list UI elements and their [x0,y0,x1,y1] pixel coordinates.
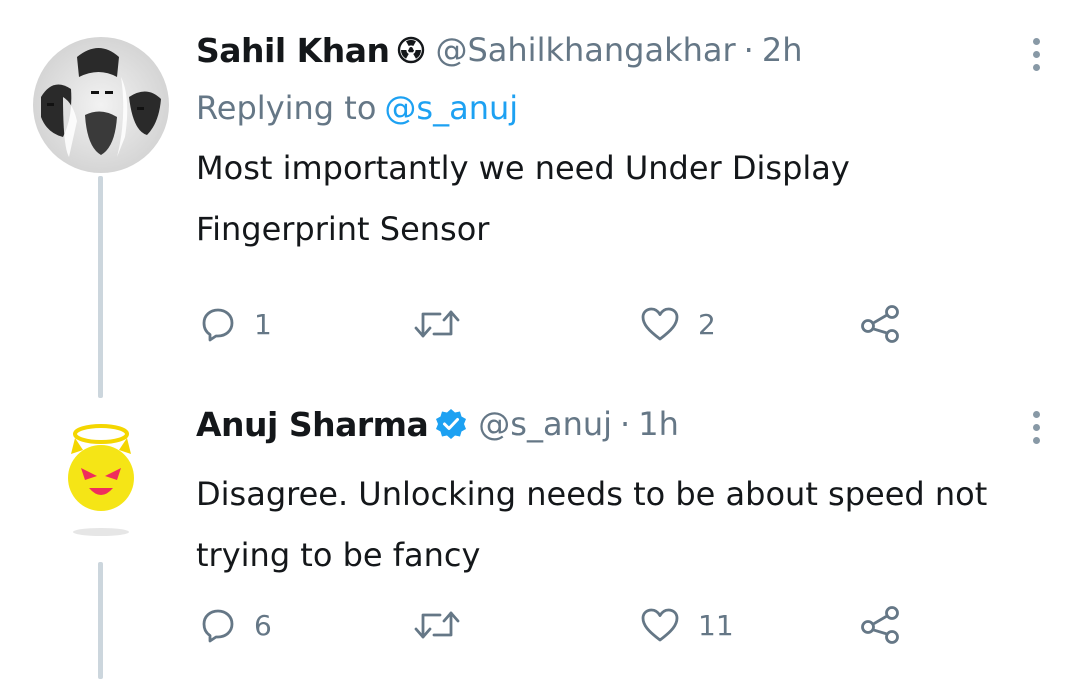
like-button[interactable]: 2 [640,306,716,342]
tweet-header: Sahil Khan @Sahilkhangakhar · 2h [196,30,1060,70]
share-icon [861,606,899,644]
author-name[interactable]: Anuj Sharma [196,405,429,444]
thread-line-bottom [98,562,103,679]
reply-mention-link[interactable]: @s_anuj [384,89,518,127]
author-handle[interactable]: @s_anuj [478,405,612,443]
separator-dot: · [620,405,631,443]
replying-to: Replying to @s_anuj [196,88,1060,128]
heart-icon [641,307,679,341]
avatar-sahil-khan[interactable] [33,37,169,173]
author-handle[interactable]: @Sahilkhangakhar [435,31,735,69]
retweet-icon [414,611,460,639]
like-button[interactable]: 11 [640,607,734,643]
tweet-text-line: Fingerprint Sensor [196,210,490,248]
retweet-button[interactable] [414,609,460,641]
tweet-text-line: Disagree. Unlocking needs to be about sp… [196,475,988,513]
tweet-1[interactable]: Sahil Khan @Sahilkhangakhar · 2h Replyin… [196,30,1060,260]
author-name[interactable]: Sahil Khan [196,31,390,70]
tweet-header: Anuj Sharma @s_anuj · 1h [196,404,1060,444]
like-count: 11 [698,608,734,642]
tweet-text-line: Most importantly we need Under Display [196,149,850,187]
share-button[interactable] [860,304,902,344]
reply-count: 1 [254,307,272,341]
tweet-text: Most importantly we need Under Display F… [196,138,1060,260]
share-icon [861,305,899,343]
retweet-button[interactable] [414,308,460,340]
retweet-icon [414,310,460,338]
heart-icon [641,608,679,642]
tweet-text: Disagree. Unlocking needs to be about sp… [196,464,1060,586]
timestamp[interactable]: 2h [762,31,803,69]
avatar-anuj-sharma[interactable] [55,410,147,546]
tweet-2[interactable]: Anuj Sharma @s_anuj · 1h Disagree. Unloc… [196,404,1060,586]
replying-label: Replying to [196,89,377,127]
reply-icon [202,308,234,342]
reply-icon [202,609,234,643]
reply-button[interactable]: 6 [200,607,272,643]
timestamp[interactable]: 1h [638,405,679,443]
more-options-icon[interactable] [1030,411,1042,444]
like-count: 2 [698,307,716,341]
radioactive-icon [397,36,425,64]
reply-count: 6 [254,608,272,642]
separator-dot: · [743,31,754,69]
share-button[interactable] [860,605,902,645]
reply-button[interactable]: 1 [200,306,272,342]
tweet-text-line: trying to be fancy [196,536,481,574]
thread-line-top [98,176,103,398]
verified-badge-icon [434,407,468,441]
more-options-icon[interactable] [1030,38,1042,71]
